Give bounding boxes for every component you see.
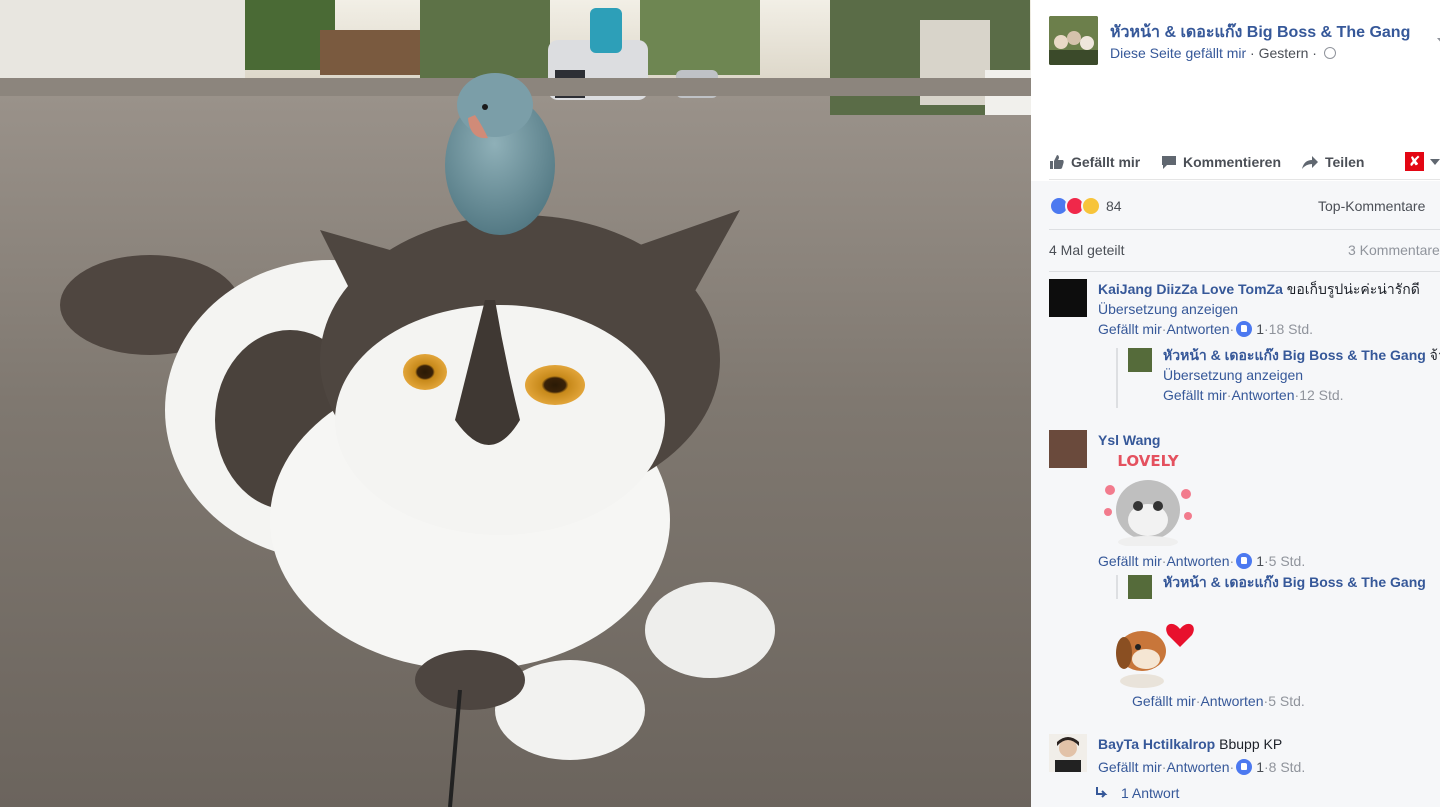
page-avatar[interactable]: [1049, 16, 1098, 65]
comment-like-link[interactable]: Gefällt mir: [1098, 551, 1162, 571]
reply-meta: Gefällt mir · Antworten · 5 Std.: [1132, 693, 1305, 709]
commenter-name[interactable]: Ysl Wang: [1098, 432, 1161, 448]
view-replies-link[interactable]: 1 Antwort: [1095, 785, 1179, 801]
share-button-label: Teilen: [1325, 154, 1365, 170]
comment-body: BayTa Hctilkalrop Bbupp KP Gefällt mir ·…: [1098, 734, 1440, 777]
see-translation-link[interactable]: Übersetzung anzeigen: [1163, 365, 1440, 385]
comment-reply-link[interactable]: Antworten: [1166, 319, 1229, 339]
comment-body: KaiJang DiizZa Love TomZa ขอเก็บรูปน่ะค่…: [1098, 279, 1440, 339]
share-arrow-icon: [1302, 156, 1318, 169]
commenter-name[interactable]: BayTa Hctilkalrop: [1098, 736, 1215, 752]
like-count-icon: [1236, 553, 1253, 569]
divider: [1049, 271, 1440, 272]
comment-like-count[interactable]: 1: [1256, 757, 1264, 777]
reply-body: หัวหน้า & เดอะแก๊ง Big Boss & The Gang: [1163, 572, 1440, 592]
group-photo-icon: [1049, 16, 1098, 65]
reply-author-name[interactable]: หัวหน้า & เดอะแก๊ง Big Boss & The Gang: [1163, 574, 1426, 590]
comment-meta: Gefällt mir · Antworten · 1 · 18 Std.: [1098, 319, 1440, 339]
haha-reaction-icon: [1081, 196, 1101, 216]
comment-reply-link[interactable]: Antworten: [1166, 757, 1229, 777]
page-liked-status[interactable]: Diese Seite gefällt mir: [1110, 45, 1246, 61]
thumbs-up-icon: [1050, 155, 1064, 169]
reply-like-link[interactable]: Gefällt mir: [1132, 693, 1196, 709]
comment-button[interactable]: Kommentieren: [1161, 154, 1281, 170]
like-count-icon: [1236, 759, 1253, 775]
reply-arrow-icon: [1096, 787, 1108, 798]
commenter-avatar[interactable]: [1049, 734, 1087, 772]
post-time[interactable]: · Gestern ·: [1246, 45, 1321, 61]
separator: ·: [1229, 759, 1235, 775]
globe-icon: [1323, 47, 1336, 59]
comment-body: Ysl Wang LOVELY Gefällt mir · Antworten …: [1098, 430, 1440, 571]
comment-time[interactable]: 5 Std.: [1269, 551, 1306, 571]
reply-time[interactable]: 5 Std.: [1268, 693, 1305, 709]
like-button-label: Gefällt mir: [1071, 154, 1141, 170]
reaction-count: 84: [1106, 198, 1122, 214]
reply-reply-link[interactable]: Antworten: [1200, 693, 1263, 709]
reply-avatar[interactable]: [1128, 348, 1152, 372]
see-translation-link[interactable]: Übersetzung anzeigen: [1098, 299, 1440, 319]
reactions-summary[interactable]: 84 Top-Kommentare: [1049, 193, 1440, 219]
share-count-link[interactable]: 4 Mal geteilt: [1049, 242, 1124, 258]
comment-sort-dropdown[interactable]: Top-Kommentare: [1318, 198, 1425, 214]
comment-time[interactable]: 18 Std.: [1269, 319, 1313, 339]
commenter-avatar[interactable]: [1049, 279, 1087, 317]
post-meta: Diese Seite gefällt mir · Gestern ·: [1110, 45, 1336, 61]
comment-reply-link[interactable]: Antworten: [1166, 551, 1229, 571]
reply-count-label: 1 Antwort: [1121, 785, 1180, 801]
like-count-icon: [1236, 321, 1253, 337]
post-header: หัวหน้า & เดอะแก๊ง Big Boss & The Gang D…: [1049, 16, 1440, 66]
comment-text: Bbupp KP: [1215, 736, 1283, 752]
divider: [1049, 229, 1440, 230]
reply-reply-link[interactable]: Antworten: [1231, 385, 1294, 405]
post-photo[interactable]: [0, 0, 1031, 807]
reply-meta: Gefällt mir · Antworten · 12 Std.: [1163, 385, 1440, 405]
separator: ·: [1229, 321, 1235, 337]
comment-like-link[interactable]: Gefällt mir: [1098, 757, 1162, 777]
comment-count: 3 Kommentare: [1348, 242, 1440, 258]
comment-meta: Gefällt mir · Antworten · 1 · 5 Std.: [1098, 551, 1440, 571]
like-button[interactable]: Gefällt mir: [1049, 154, 1140, 170]
user-portrait-icon: [1049, 734, 1087, 772]
comment-text: ขอเก็บรูปน่ะค่ะน่ารักดี: [1282, 281, 1420, 297]
comment-button-label: Kommentieren: [1183, 154, 1282, 170]
comment-bubble-icon: [1162, 156, 1176, 169]
reply-item: หัวหน้า & เดอะแก๊ง Big Boss & The Gang จ…: [1116, 345, 1440, 408]
share-button[interactable]: Teilen: [1301, 154, 1364, 170]
lovely-cat-sticker[interactable]: LOVELY: [1098, 450, 1198, 548]
comment-time[interactable]: 8 Std.: [1269, 757, 1306, 777]
separator: ·: [1229, 553, 1235, 569]
page-name-link[interactable]: หัวหน้า & เดอะแก๊ง Big Boss & The Gang: [1110, 20, 1410, 45]
stern-logo-icon[interactable]: ✘: [1405, 152, 1424, 171]
post-action-bar: Gefällt mir Kommentieren Teilen ✘: [1049, 148, 1440, 180]
post-sidebar: หัวหน้า & เดอะแก๊ง Big Boss & The Gang D…: [1031, 0, 1440, 807]
reply-body: หัวหน้า & เดอะแก๊ง Big Boss & The Gang จ…: [1163, 345, 1440, 405]
sticker-text: LOVELY: [1117, 452, 1179, 470]
reply-item: หัวหน้า & เดอะแก๊ง Big Boss & The Gang: [1116, 572, 1440, 599]
comment-like-link[interactable]: Gefällt mir: [1098, 319, 1162, 339]
chevron-down-icon[interactable]: [1430, 159, 1440, 165]
commenter-avatar[interactable]: [1049, 430, 1087, 468]
puppy-heart-sticker[interactable]: [1102, 601, 1202, 691]
reply-author-name[interactable]: หัวหน้า & เดอะแก๊ง Big Boss & The Gang: [1163, 347, 1426, 363]
comment-like-count[interactable]: 1: [1256, 319, 1264, 339]
reply-avatar[interactable]: [1128, 575, 1152, 599]
comments-section: 84 Top-Kommentare 4 Mal geteilt 3 Kommen…: [1031, 181, 1440, 807]
reply-text: จ้า: [1429, 347, 1440, 363]
reply-time[interactable]: 12 Std.: [1299, 385, 1343, 405]
commenter-name[interactable]: KaiJang DiizZa Love TomZa: [1098, 281, 1283, 297]
comment-meta: Gefällt mir · Antworten · 1 · 8 Std.: [1098, 757, 1440, 777]
comment-like-count[interactable]: 1: [1256, 551, 1264, 571]
cat-parrot-image: [0, 0, 1031, 807]
reply-like-link[interactable]: Gefällt mir: [1163, 385, 1227, 405]
